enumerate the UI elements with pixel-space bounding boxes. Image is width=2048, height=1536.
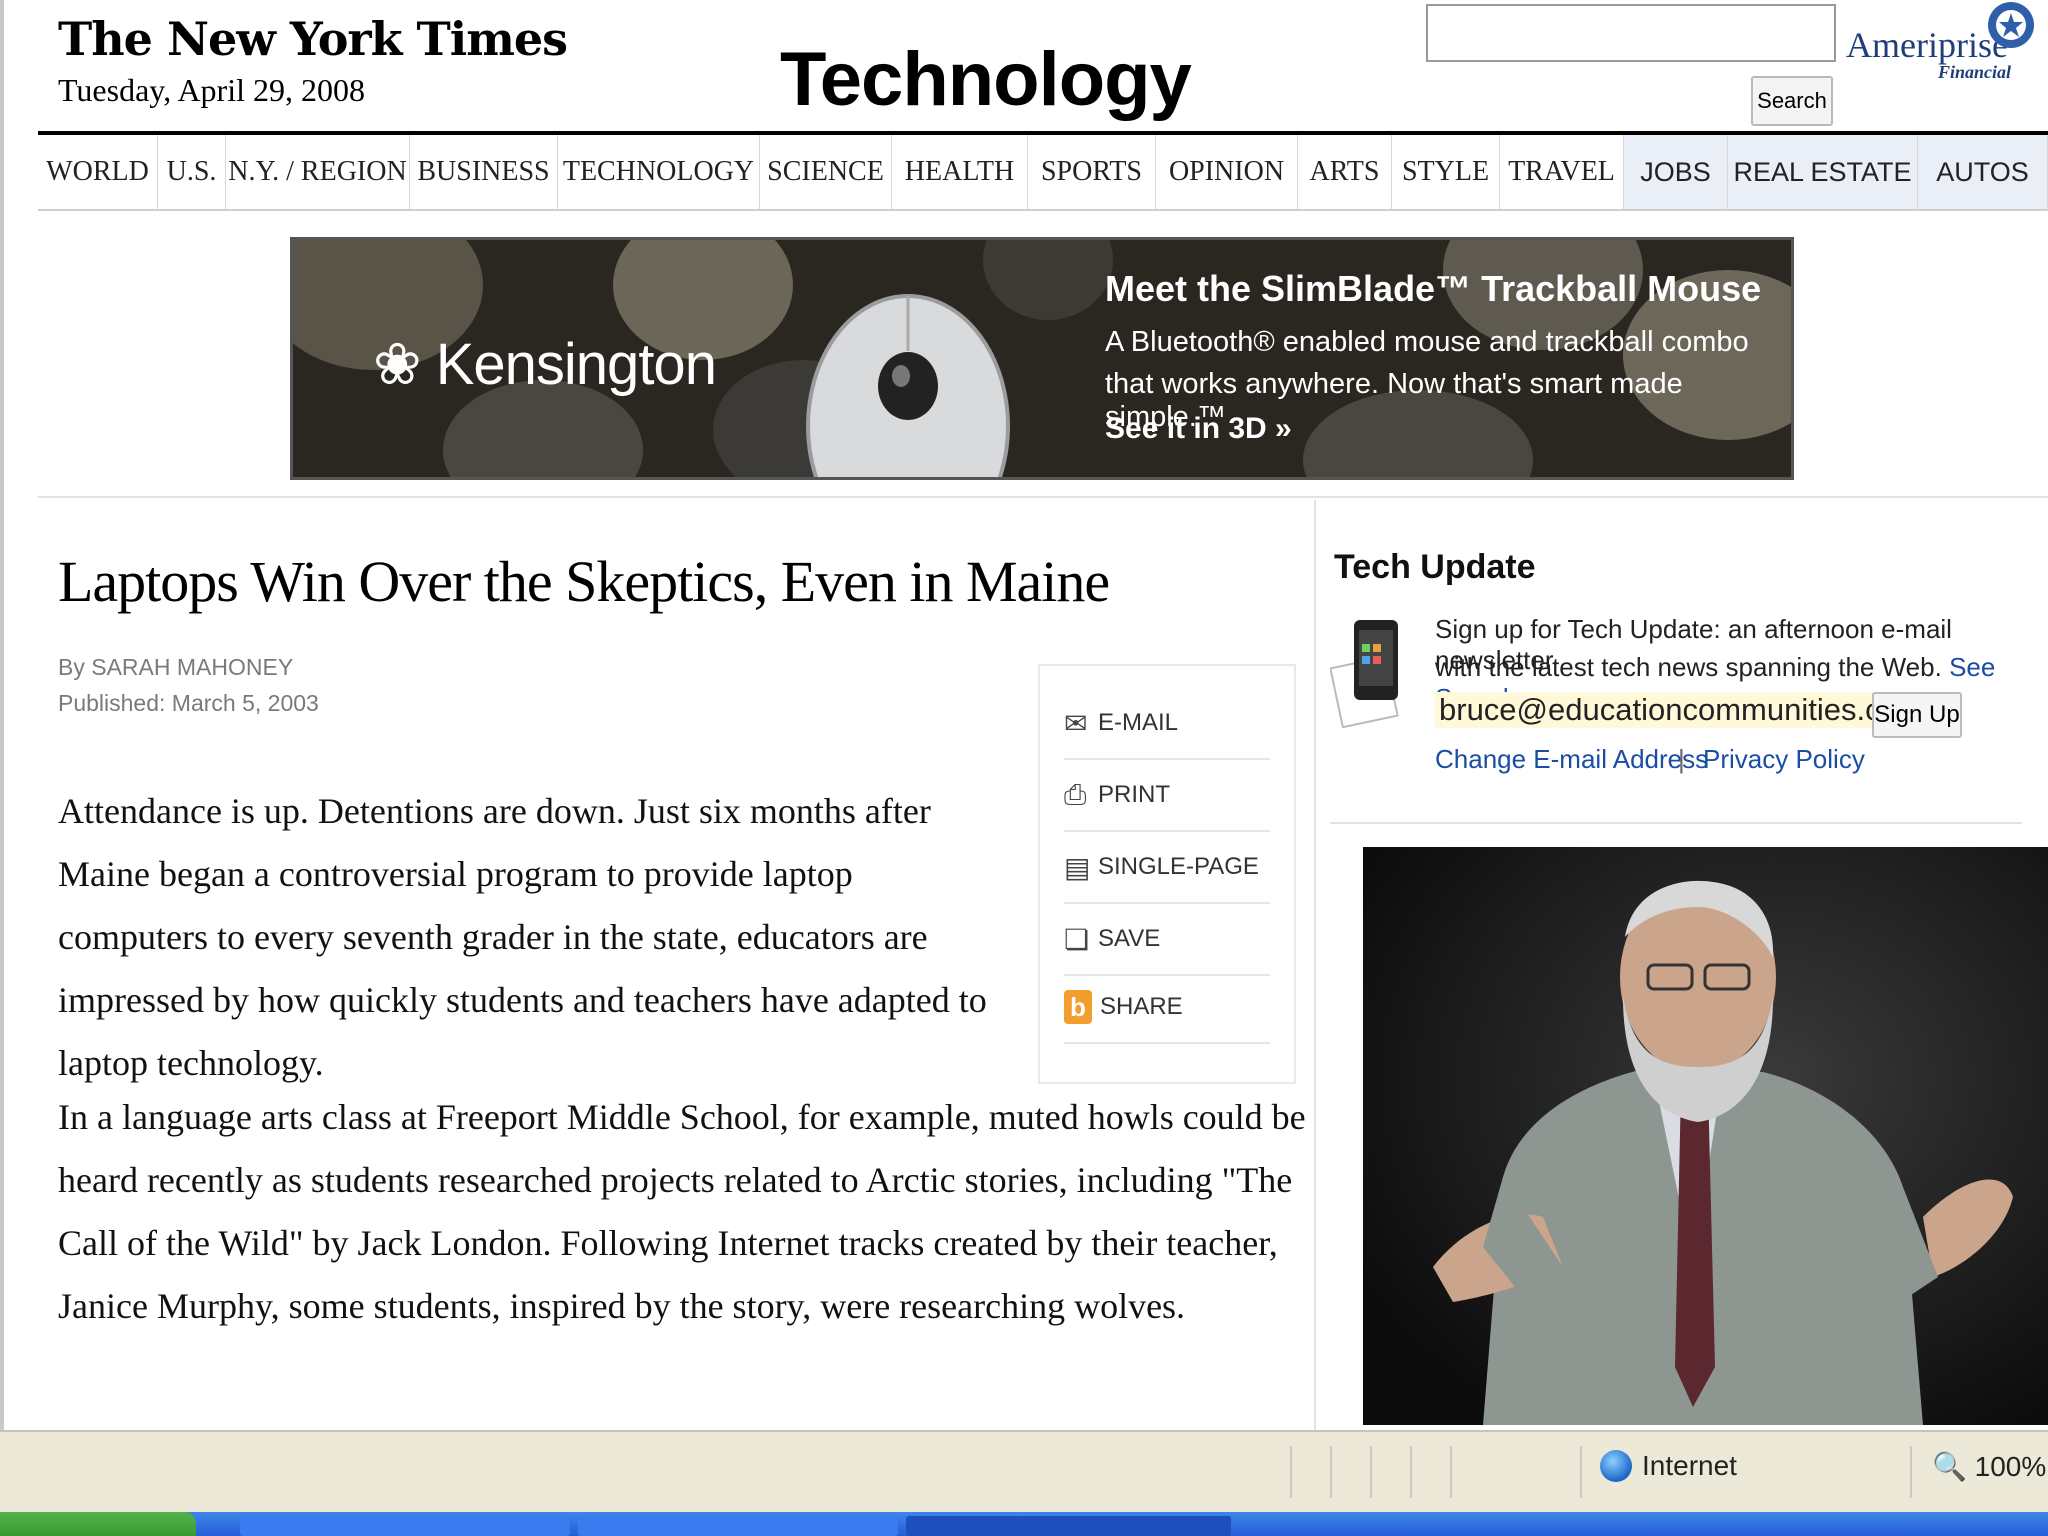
save-icon: ❏ xyxy=(1064,923,1090,955)
status-separator xyxy=(1330,1446,1332,1498)
change-email-link[interactable]: Change E-mail Address xyxy=(1435,744,1708,775)
privacy-policy-link[interactable]: Privacy Policy xyxy=(1703,744,1865,775)
nav-style[interactable]: STYLE xyxy=(1392,135,1500,209)
nav-opinion[interactable]: OPINION xyxy=(1156,135,1298,209)
article-paragraph: Attendance is up. Detentions are down. J… xyxy=(58,791,987,1083)
page-icon: ▤ xyxy=(1064,851,1091,883)
nav-sports[interactable]: SPORTS xyxy=(1028,135,1156,209)
nav-travel[interactable]: TRAVEL xyxy=(1500,135,1624,209)
speaker-photo xyxy=(1363,847,2048,1425)
article-headline: Laptops Win Over the Skeptics, Even in M… xyxy=(58,549,1110,614)
zoom-icon: 🔍 xyxy=(1932,1451,1967,1482)
masthead-date: Tuesday, April 29, 2008 xyxy=(58,72,365,108)
nav-autos[interactable]: AUTOS xyxy=(1918,135,2048,209)
nav-real-estate[interactable]: REAL ESTATE xyxy=(1728,135,1918,209)
ad-headline: Meet the SlimBlade™ Trackball Mouse xyxy=(1105,268,1762,309)
column-divider xyxy=(1314,500,1316,1430)
tech-update-rule xyxy=(1330,822,2022,824)
share-tool-label: SHARE xyxy=(1100,993,1183,1020)
phone-newsletter-icon xyxy=(1330,620,1399,729)
taskbar-button[interactable] xyxy=(578,1516,898,1536)
print-tool[interactable]: ⎙ PRINT xyxy=(1064,760,1270,832)
email-tool[interactable]: ✉ E-MAIL xyxy=(1064,688,1270,760)
single-page-tool[interactable]: ▤ SINGLE-PAGE xyxy=(1064,832,1270,904)
trackball-mouse-icon xyxy=(806,294,1010,477)
status-separator xyxy=(1910,1446,1912,1498)
zoom-level: 100% xyxy=(1974,1451,2047,1482)
print-tool-label: PRINT xyxy=(1098,781,1170,808)
section-title: Technology xyxy=(780,37,1192,122)
sponsor-name[interactable]: Ameriprise xyxy=(1846,24,2008,66)
ameriprise-logo-icon xyxy=(1988,2,2034,48)
masthead: The New York Times Tuesday, April 29, 20… xyxy=(0,0,2048,132)
article-byline: By SARAH MAHONEY xyxy=(58,654,294,680)
globe-icon xyxy=(1600,1450,1632,1482)
nav-health[interactable]: HEALTH xyxy=(892,135,1028,209)
nav-world[interactable]: WORLD xyxy=(38,135,158,209)
window-left-edge xyxy=(0,0,4,1430)
status-separator xyxy=(1290,1446,1292,1498)
taskbar-button[interactable] xyxy=(240,1516,570,1536)
ad-divider xyxy=(38,496,2048,498)
browser-status-bar: Internet 🔍 100% xyxy=(0,1430,2048,1512)
status-separator xyxy=(1410,1446,1412,1498)
email-tool-label: E-MAIL xyxy=(1098,709,1179,736)
start-button[interactable] xyxy=(0,1512,196,1536)
speaker-photo-image xyxy=(1363,847,2048,1425)
nav-jobs[interactable]: JOBS xyxy=(1624,135,1728,209)
tech-update-description-text: with the latest tech news spanning the W… xyxy=(1435,652,1942,682)
save-tool-label: SAVE xyxy=(1098,925,1161,952)
sponsor-sub: Financial xyxy=(1938,62,2012,82)
taskbar-button-active[interactable] xyxy=(906,1516,1231,1536)
ad-line-1: A Bluetooth® enabled mouse and trackball… xyxy=(1105,326,1749,358)
article-published-date: Published: March 5, 2003 xyxy=(58,690,319,716)
status-separator xyxy=(1580,1446,1582,1498)
nav-us[interactable]: U.S. xyxy=(158,135,226,209)
windows-taskbar xyxy=(0,1512,2048,1536)
status-separator xyxy=(1450,1446,1452,1498)
nav-technology[interactable]: TECHNOLOGY xyxy=(558,135,760,209)
single-page-tool-label: SINGLE-PAGE xyxy=(1098,853,1259,880)
link-separator: | xyxy=(1678,744,1685,774)
search-input[interactable] xyxy=(1426,4,1836,62)
security-zone[interactable]: Internet xyxy=(1600,1450,1737,1482)
nyt-logo[interactable]: The New York Times xyxy=(58,12,568,66)
tech-update-title: Tech Update xyxy=(1334,548,1536,586)
share-tool[interactable]: b SHARE xyxy=(1064,972,1270,1044)
article-paragraph: In a language arts class at Freeport Mid… xyxy=(58,1097,1306,1326)
section-nav: WORLD U.S. N.Y. / REGION BUSINESS TECHNO… xyxy=(38,135,2048,211)
kensington-logo-icon: ❀ xyxy=(373,332,436,397)
banner-ad[interactable]: ❀ Kensington Meet the SlimBlade™ Trackba… xyxy=(290,237,1794,480)
zone-label: Internet xyxy=(1642,1450,1737,1481)
ad-brand: ❀ Kensington xyxy=(373,332,717,397)
article-tools: ✉ E-MAIL ⎙ PRINT ▤ SINGLE-PAGE ❏ SAVE b … xyxy=(1038,664,1296,1084)
printer-icon: ⎙ xyxy=(1064,778,1087,810)
nav-business[interactable]: BUSINESS xyxy=(410,135,558,209)
envelope-icon: ✉ xyxy=(1064,707,1088,739)
nav-science[interactable]: SCIENCE xyxy=(760,135,892,209)
status-separator xyxy=(1370,1446,1372,1498)
email-field[interactable]: bruce@educationcommunities.com xyxy=(1435,692,1928,728)
save-tool[interactable]: ❏ SAVE xyxy=(1064,904,1270,976)
ad-cta-link[interactable]: See it in 3D » xyxy=(1105,412,1292,446)
nav-arts[interactable]: ARTS xyxy=(1298,135,1392,209)
sign-up-button[interactable]: Sign Up xyxy=(1872,692,1962,738)
nav-ny-region[interactable]: N.Y. / REGION xyxy=(226,135,410,209)
zoom-control[interactable]: 🔍 100% xyxy=(1932,1450,2046,1483)
share-icon: b xyxy=(1064,990,1092,1024)
search-button[interactable]: Search xyxy=(1751,76,1833,126)
